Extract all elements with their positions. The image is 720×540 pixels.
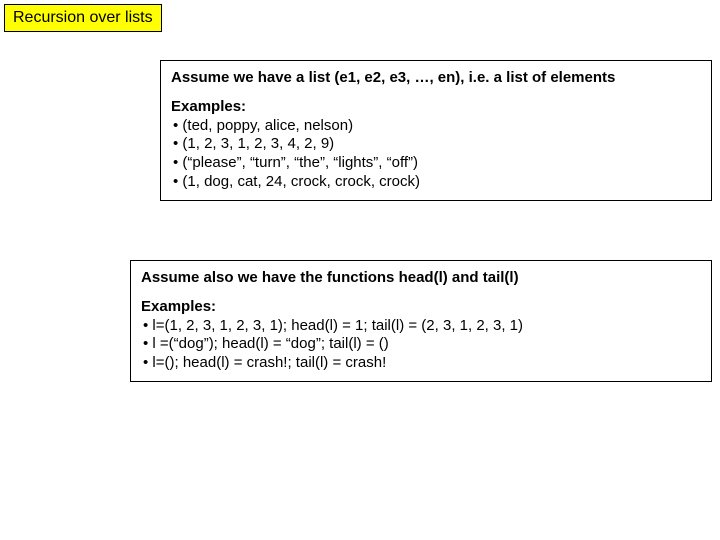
box1-examples-header: Examples: bbox=[171, 98, 701, 117]
box1-example-3: • (“please”, “turn”, “the”, “lights”, “o… bbox=[171, 154, 701, 173]
box-head-tail: Assume also we have the functions head(l… bbox=[130, 260, 712, 382]
slide-title: Recursion over lists bbox=[4, 4, 162, 32]
box1-example-1: • (ted, poppy, alice, nelson) bbox=[171, 117, 701, 136]
box2-example-1: • l=(1, 2, 3, 1, 2, 3, 1); head(l) = 1; … bbox=[141, 317, 701, 336]
box1-lead-text: Assume we have a list (e1, e2, e3, …, en… bbox=[171, 69, 701, 88]
box1-example-2: • (1, 2, 3, 1, 2, 3, 4, 2, 9) bbox=[171, 135, 701, 154]
box-list-definition: Assume we have a list (e1, e2, e3, …, en… bbox=[160, 60, 712, 201]
box2-example-3: • l=(); head(l) = crash!; tail(l) = cras… bbox=[141, 354, 701, 373]
box2-examples-header: Examples: bbox=[141, 298, 701, 317]
box2-lead-text: Assume also we have the functions head(l… bbox=[141, 269, 701, 288]
box2-example-2: • l =(“dog”); head(l) = “dog”; tail(l) =… bbox=[141, 335, 701, 354]
box1-example-4: • (1, dog, cat, 24, crock, crock, crock) bbox=[171, 173, 701, 192]
